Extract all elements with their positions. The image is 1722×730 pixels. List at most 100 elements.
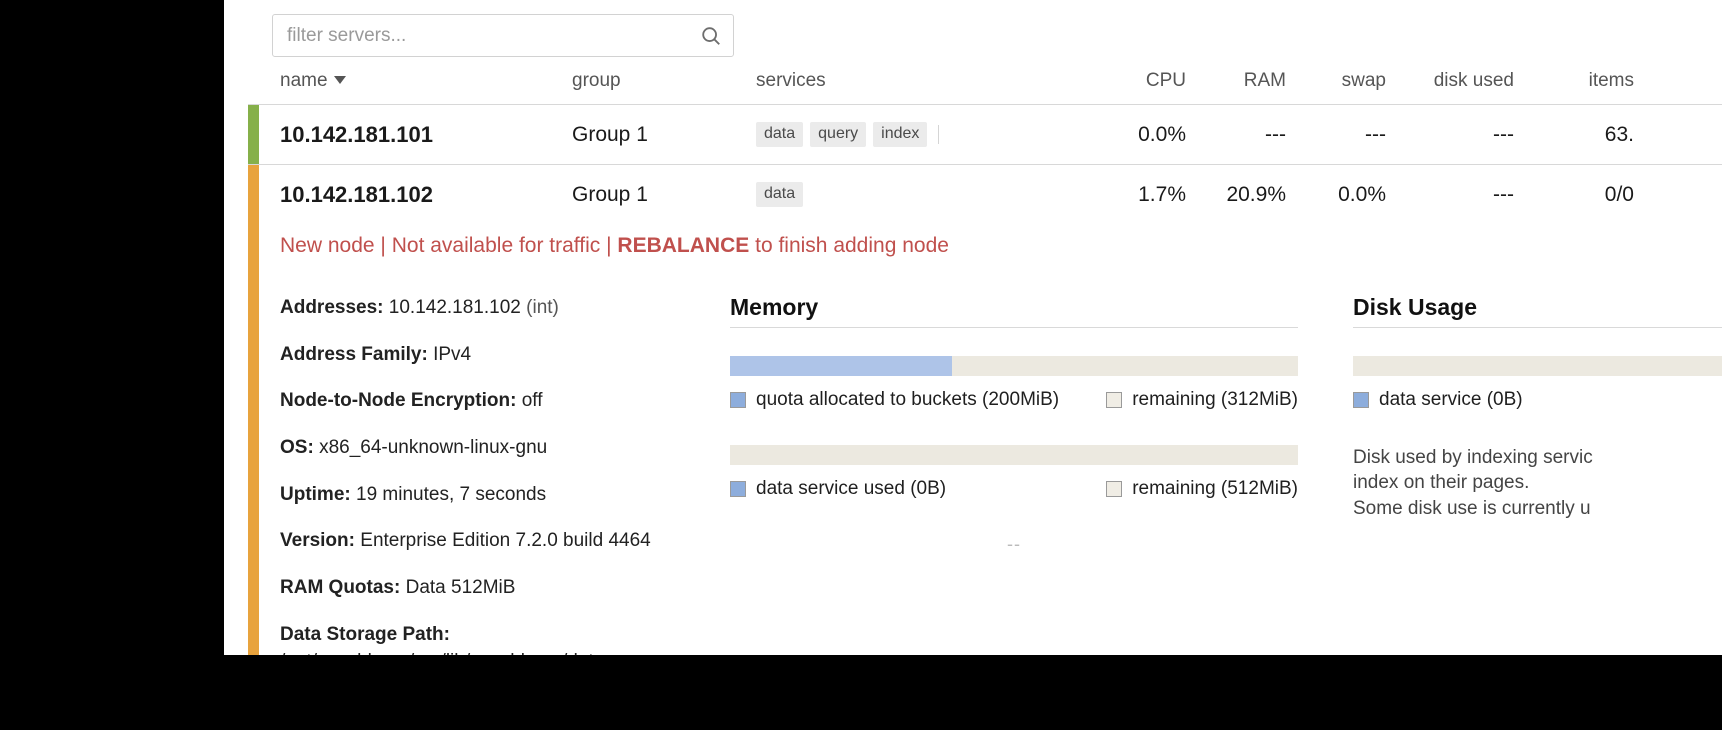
info-label: Addresses: xyxy=(280,297,384,318)
info-uptime: Uptime: 19 minutes, 7 seconds xyxy=(280,483,730,508)
memory-legend-quota: quota allocated to buckets (200MiB) rema… xyxy=(730,389,1298,411)
legend-item-remaining: remaining (512MiB) xyxy=(1076,478,1298,500)
filter-servers xyxy=(272,14,734,57)
legend-swatch-blue-icon xyxy=(730,481,746,497)
legend-label: remaining (312MiB) xyxy=(1132,389,1298,411)
column-header-name-label: name xyxy=(280,70,328,91)
info-node-encryption: Node-to-Node Encryption: off xyxy=(280,389,730,414)
legend-label: quota allocated to buckets (200MiB) xyxy=(756,389,1059,411)
service-badge: query xyxy=(810,122,866,147)
info-label: Address Family: xyxy=(280,344,428,365)
column-header-swap[interactable]: swap xyxy=(1286,70,1386,92)
service-badge: data xyxy=(756,122,803,147)
legend-swatch-blue-icon xyxy=(730,392,746,408)
column-header-group[interactable]: group xyxy=(572,70,756,92)
column-header-disk-used[interactable]: disk used xyxy=(1386,70,1514,92)
server-group: Group 1 xyxy=(572,123,756,147)
legend-label: data service used (0B) xyxy=(756,478,946,500)
disk-usage-section: Disk Usage data service (0B) xyxy=(1353,294,1722,655)
server-swap: 0.0% xyxy=(1286,183,1386,207)
memory-title: Memory xyxy=(730,294,1298,328)
info-value: off xyxy=(522,390,543,411)
legend-item-used: quota allocated to buckets (200MiB) xyxy=(730,389,1059,411)
disk-usage-note: Disk used by indexing servic index on th… xyxy=(1353,445,1722,521)
warning-suffix: to finish adding node xyxy=(755,234,949,257)
info-label: Data Storage Path: xyxy=(280,624,450,645)
info-data-storage-path: Data Storage Path: /opt/couchbase/var/li… xyxy=(280,623,730,655)
legend-item-used: data service (0B) xyxy=(1353,389,1523,411)
caret-down-icon[interactable] xyxy=(334,76,346,84)
column-header-name[interactable]: name xyxy=(280,70,572,92)
search-icon[interactable] xyxy=(700,25,722,47)
badge-divider xyxy=(938,125,939,144)
memory-footer-mark: -- xyxy=(730,534,1298,555)
server-row-group: 10.142.181.101 Group 1 data query index … xyxy=(248,105,1722,165)
column-header-cpu[interactable]: CPU xyxy=(1086,70,1186,92)
info-value: /opt/couchbase/var/lib/couchbase/data xyxy=(280,650,730,656)
warning-new-node: New node xyxy=(280,234,375,257)
server-ram: 20.9% xyxy=(1186,183,1286,207)
info-value: 19 minutes, 7 seconds xyxy=(356,484,546,505)
memory-section: Memory quota allocated to buckets (200Mi… xyxy=(730,294,1298,655)
server-disk-used: --- xyxy=(1386,183,1514,207)
info-label: RAM Quotas: xyxy=(280,577,400,598)
screen: name group services CPU RAM swap disk us… xyxy=(0,0,1722,730)
memory-bar-group-data-service: data service used (0B) remaining (512MiB… xyxy=(730,445,1298,500)
info-suffix: (int) xyxy=(526,297,559,318)
column-header-items[interactable]: items xyxy=(1514,70,1634,92)
rebalance-link[interactable]: REBALANCE xyxy=(617,234,749,257)
warning-not-available: Not available for traffic xyxy=(392,234,601,257)
memory-bar-data-service xyxy=(730,445,1298,465)
server-items: 63. xyxy=(1514,123,1634,147)
info-ram-quotas: RAM Quotas: Data 512MiB xyxy=(280,576,730,601)
servers-table: name group services CPU RAM swap disk us… xyxy=(248,57,1722,655)
memory-bar-group-quota: quota allocated to buckets (200MiB) rema… xyxy=(730,356,1298,411)
info-value: Data 512MiB xyxy=(406,577,516,598)
disk-usage-title: Disk Usage xyxy=(1353,294,1722,328)
info-addresses: Addresses: 10.142.181.102 (int) xyxy=(280,296,730,321)
info-os: OS: x86_64-unknown-linux-gnu xyxy=(280,436,730,461)
info-label: OS: xyxy=(280,437,314,458)
info-label: Uptime: xyxy=(280,484,351,505)
legend-label: data service (0B) xyxy=(1379,389,1523,411)
server-name[interactable]: 10.142.181.102 xyxy=(280,182,572,208)
disk-bar xyxy=(1353,356,1722,376)
server-services: data xyxy=(756,182,1086,207)
node-info-list: Addresses: 10.142.181.102 (int) Address … xyxy=(280,294,730,655)
server-row-group-expanded: 10.142.181.102 Group 1 data 1.7% 20.9% 0… xyxy=(248,165,1722,655)
warning-separator: | xyxy=(606,234,611,257)
server-disk-used: --- xyxy=(1386,123,1514,147)
table-header-row: name group services CPU RAM swap disk us… xyxy=(248,57,1722,105)
search-input[interactable] xyxy=(272,14,734,57)
table-row[interactable]: 10.142.181.101 Group 1 data query index … xyxy=(248,105,1722,164)
disk-bar-group: data service (0B) xyxy=(1353,356,1722,411)
memory-legend-data-service: data service used (0B) remaining (512MiB… xyxy=(730,478,1298,500)
server-services: data query index xyxy=(756,122,1086,147)
status-indicator xyxy=(248,165,259,655)
service-badge: data xyxy=(756,182,803,207)
legend-swatch-empty-icon xyxy=(1106,392,1122,408)
column-header-ram[interactable]: RAM xyxy=(1186,70,1286,92)
memory-bar-fill xyxy=(730,356,952,376)
legend-item-remaining: remaining (312MiB) xyxy=(1076,389,1298,411)
info-version: Version: Enterprise Edition 7.2.0 build … xyxy=(280,529,730,554)
info-label: Node-to-Node Encryption: xyxy=(280,390,516,411)
servers-page: name group services CPU RAM swap disk us… xyxy=(224,14,1722,655)
disk-note-line-1: Disk used by indexing servic xyxy=(1353,445,1722,470)
legend-swatch-blue-icon xyxy=(1353,392,1369,408)
disk-legend: data service (0B) xyxy=(1353,389,1722,411)
app-viewport: name group services CPU RAM swap disk us… xyxy=(224,0,1722,655)
server-group: Group 1 xyxy=(572,183,756,207)
node-details-panel: Addresses: 10.142.181.102 (int) Address … xyxy=(248,274,1722,655)
table-row[interactable]: 10.142.181.102 Group 1 data 1.7% 20.9% 0… xyxy=(248,165,1722,224)
server-ram: --- xyxy=(1186,123,1286,147)
info-value: x86_64-unknown-linux-gnu xyxy=(319,437,547,458)
legend-label: remaining (512MiB) xyxy=(1132,478,1298,500)
legend-swatch-empty-icon xyxy=(1106,481,1122,497)
column-header-services[interactable]: services xyxy=(756,70,1086,92)
warning-separator: | xyxy=(380,234,385,257)
server-swap: --- xyxy=(1286,123,1386,147)
server-name[interactable]: 10.142.181.101 xyxy=(280,122,572,148)
disk-note-line-3: Some disk use is currently u xyxy=(1353,496,1722,521)
server-items: 0/0 xyxy=(1514,183,1634,207)
